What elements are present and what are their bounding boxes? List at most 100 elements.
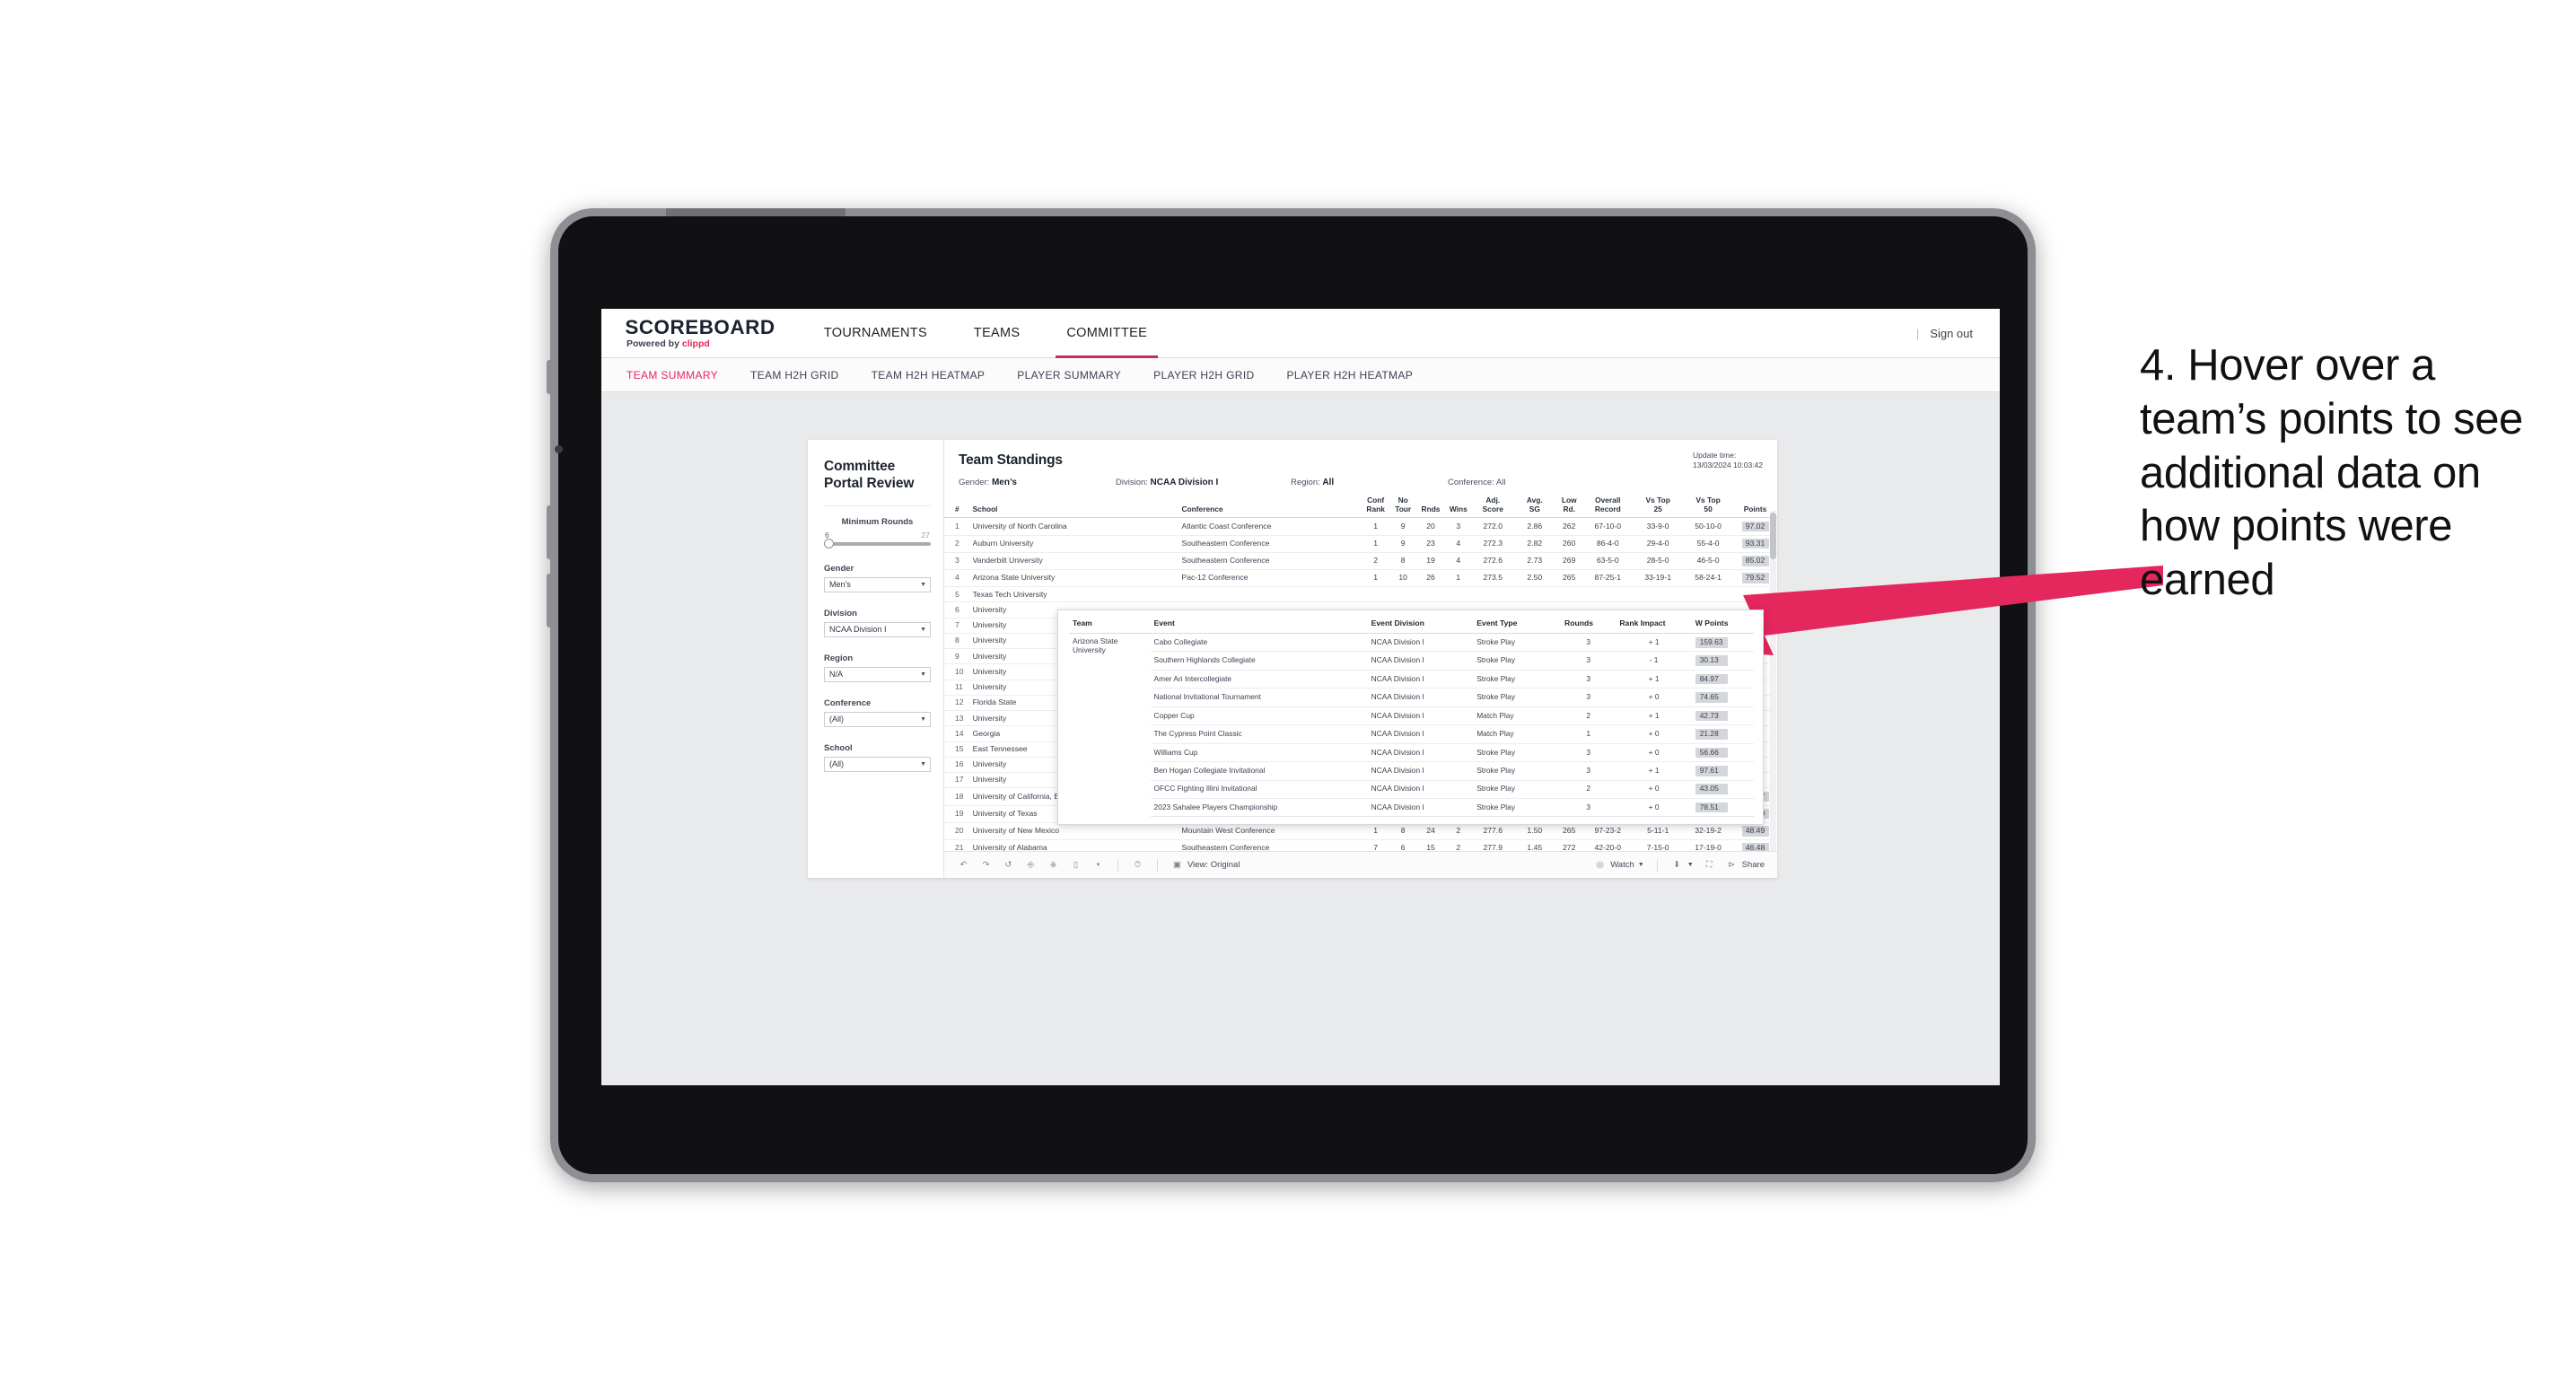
tooltip-cell: Match Play [1473, 724, 1562, 744]
tooltip-cell: 2023 Sahalee Players Championship [1150, 798, 1368, 818]
table-cell: 55-4-0 [1683, 535, 1734, 553]
table-cell [1555, 586, 1583, 603]
view-original-button[interactable]: ▣ View: Original [1170, 858, 1240, 872]
table-cell: 13 [944, 710, 970, 727]
standings-col-header[interactable]: Vs Top 25 [1633, 496, 1684, 519]
tab-team-h2h-heatmap[interactable]: TEAM H2H HEATMAP [872, 369, 986, 382]
tooltip-cell: NCAA Division I [1367, 798, 1474, 818]
chevron-down-icon[interactable]: ▼ [1091, 858, 1105, 872]
table-cell: 1 [1362, 517, 1390, 536]
table-cell: 20 [1416, 517, 1445, 536]
division-select[interactable]: NCAA Division I ▼ [824, 621, 931, 637]
conference-select[interactable]: (All) ▼ [824, 711, 931, 727]
school-select[interactable]: (All) ▼ [824, 756, 931, 772]
table-cell: 10 [1389, 569, 1417, 588]
standings-col-header[interactable]: Low Rd. [1555, 496, 1583, 519]
tab-player-h2h-heatmap[interactable]: PLAYER H2H HEATMAP [1287, 369, 1414, 382]
nav-item-committee[interactable]: COMMITTEE [1043, 309, 1170, 358]
history-icon[interactable]: ⏱ [1131, 858, 1144, 872]
standings-col-header[interactable]: Conf Rank [1362, 496, 1390, 519]
nav-item-teams[interactable]: TEAMS [951, 309, 1043, 357]
tooltip-cell: 78.51 [1691, 798, 1754, 818]
pause-updates-icon[interactable]: ⎈ [1047, 858, 1060, 872]
table-row[interactable]: 21 University of Alabama Southeastern Conf… [944, 839, 1777, 851]
table-cell: 4 [944, 569, 970, 588]
standings-col-header[interactable]: Conference [1178, 496, 1362, 519]
tooltip-cell: 3 [1561, 633, 1617, 653]
tooltip-cell: 56.66 [1691, 743, 1754, 763]
table-row[interactable]: 1 University of North Carolina Atlantic Co… [944, 517, 1777, 536]
tooltip-cell: + 0 [1616, 798, 1692, 818]
tab-player-h2h-grid[interactable]: PLAYER H2H GRID [1153, 369, 1254, 382]
redo-icon[interactable]: ↷ [979, 858, 993, 872]
table-row[interactable]: 2 Auburn University Southeastern Conferenc… [944, 535, 1777, 553]
standings-col-header[interactable]: Avg. SG [1513, 496, 1556, 519]
school-value: (All) [829, 759, 844, 769]
tooltip-cell: + 1 [1616, 670, 1692, 689]
table-cell: 2.50 [1513, 569, 1556, 588]
tooltip-col-header: Event Type [1473, 618, 1562, 634]
region-select[interactable]: N/A ▼ [824, 666, 931, 682]
applied-conference-value: All [1495, 478, 1506, 487]
sign-out-link[interactable]: Sign out [1930, 327, 1973, 340]
table-cell: 2 [1444, 839, 1472, 851]
tooltip-cell: 30.13 [1691, 651, 1754, 671]
tab-player-summary[interactable]: PLAYER SUMMARY [1017, 369, 1121, 382]
table-cell: 19 [944, 805, 970, 823]
share-button[interactable]: ⊳ Share [1725, 858, 1765, 872]
main-nav-links: TOURNAMENTS TEAMS COMMITTEE [801, 309, 1170, 358]
minimum-rounds-slider[interactable] [824, 538, 931, 548]
table-row[interactable]: 3 Vanderbilt University Southeastern Confe… [944, 552, 1777, 571]
standings-col-header[interactable]: Wins [1444, 496, 1472, 519]
table-cell: Vanderbilt University [969, 552, 1179, 571]
table-cell [1633, 586, 1684, 603]
download-button[interactable]: ⬇ ▼ [1670, 858, 1693, 872]
fullscreen-icon[interactable]: ⛶ [1703, 858, 1716, 872]
standings-col-header[interactable]: Rnds [1416, 496, 1445, 519]
applied-region-label: Region: [1291, 478, 1320, 487]
applied-division-label: Division: [1116, 478, 1148, 487]
minimum-rounds-high: 27 [921, 530, 930, 539]
vertical-scrollbar[interactable] [1770, 513, 1776, 559]
page-title: Team Standings [959, 452, 1063, 468]
standings-table-head: # School Conference Conf Rank No Tour Rnds Win… [944, 496, 1777, 519]
table-cell: 4 [1444, 535, 1472, 553]
device-power-button [547, 360, 551, 394]
tooltip-cell: NCAA Division I [1367, 724, 1474, 744]
refresh-data-icon[interactable]: ⎆ [1024, 858, 1038, 872]
tab-team-h2h-grid[interactable]: TEAM H2H GRID [750, 369, 839, 382]
nav-item-tournaments[interactable]: TOURNAMENTS [801, 309, 951, 357]
minimum-rounds-slider-handle[interactable] [824, 538, 834, 548]
table-cell: 29-4-0 [1633, 535, 1684, 553]
table-cell: 11 [944, 680, 970, 696]
table-cell: Auburn University [969, 535, 1179, 553]
standings-col-header[interactable]: # [944, 496, 970, 519]
standings-col-header[interactable]: Vs Top 50 [1683, 496, 1734, 519]
brand-logo[interactable]: SCOREBOARD Powered by clippd [601, 317, 801, 349]
gender-select[interactable]: Men’s ▼ [824, 576, 931, 592]
standings-col-header[interactable]: School [969, 496, 1179, 519]
table-cell [1471, 586, 1514, 603]
tooltip-row: Copper Cup NCAA Division I Match Play 2 + 14… [1069, 706, 1754, 726]
table-row[interactable]: 5 Texas Tech University [944, 586, 1777, 603]
table-cell: 273.5 [1471, 569, 1514, 588]
standings-col-header[interactable]: No Tour [1389, 496, 1417, 519]
sidebar-divider [824, 504, 931, 506]
tab-team-summary[interactable]: TEAM SUMMARY [626, 369, 718, 382]
table-cell: 12 [944, 695, 970, 712]
watch-button[interactable]: ◎ Watch ▼ [1593, 858, 1644, 872]
table-cell: 9 [944, 648, 970, 665]
table-row[interactable]: 4 Arizona State University Pac-12 Conferen… [944, 569, 1777, 588]
standings-col-header[interactable]: Adj. Score [1471, 496, 1514, 519]
visualization-panel: Committee Portal Review Minimum Rounds 6… [808, 440, 1777, 878]
region-filter: Region N/A ▼ [824, 654, 931, 682]
table-cell: 23 [1416, 535, 1445, 553]
undo-icon[interactable]: ↶ [957, 858, 970, 872]
revert-icon[interactable]: ↺ [1002, 858, 1015, 872]
standings-col-header[interactable]: Overall Record [1582, 496, 1634, 519]
device-layout-icon[interactable]: ▯ [1069, 858, 1082, 872]
table-cell: 8 [1389, 552, 1417, 571]
table-cell: 2.73 [1513, 552, 1556, 571]
table-cell: Arizona State University [969, 569, 1179, 588]
tooltip-cell: 3 [1561, 651, 1617, 671]
